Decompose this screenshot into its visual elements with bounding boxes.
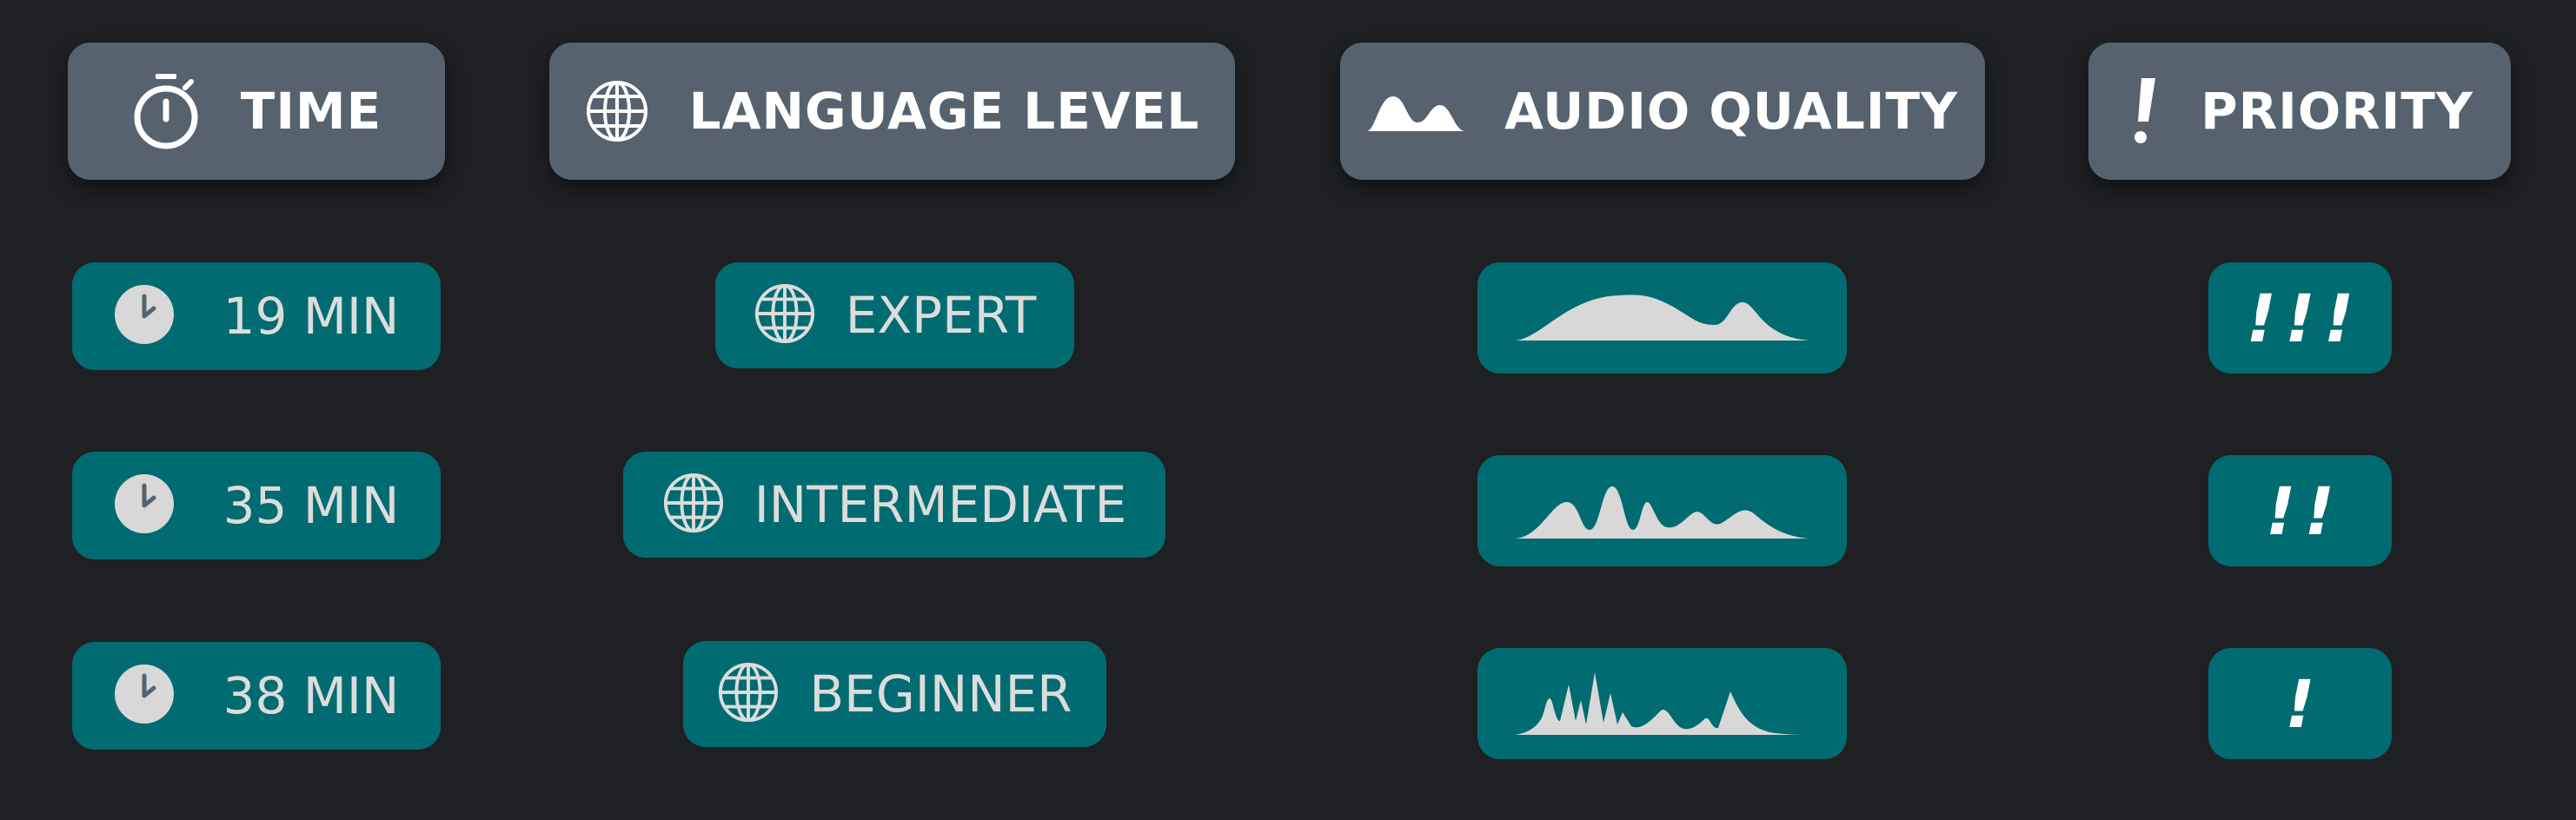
waveform-icon bbox=[1366, 89, 1464, 133]
language-level-pill[interactable]: INTERMEDIATE bbox=[623, 452, 1165, 558]
time-header-label: TIME bbox=[240, 82, 382, 141]
audio-quality-pill[interactable] bbox=[1477, 648, 1847, 759]
globe-icon bbox=[717, 661, 780, 727]
globe-icon bbox=[754, 282, 816, 348]
clock-icon bbox=[114, 473, 175, 538]
priority-header-label: PRIORITY bbox=[2201, 82, 2473, 141]
language-level-value: INTERMEDIATE bbox=[754, 475, 1127, 534]
language-level-header[interactable]: LANGUAGE LEVEL bbox=[549, 43, 1235, 180]
language-level-pill[interactable]: BEGINNER bbox=[683, 641, 1106, 747]
priority-value: !!! bbox=[2246, 279, 2363, 357]
language-level-value: BEGINNER bbox=[809, 665, 1072, 724]
priority-pill[interactable]: !! bbox=[2208, 455, 2392, 566]
bumpy-wave-icon bbox=[1514, 478, 1810, 544]
clock-icon bbox=[114, 664, 175, 728]
clock-icon bbox=[114, 284, 175, 348]
globe-icon bbox=[585, 79, 649, 143]
language-level-value: EXPERT bbox=[845, 286, 1037, 345]
globe-icon bbox=[662, 472, 725, 538]
audio-quality-header[interactable]: AUDIO QUALITY bbox=[1340, 43, 1985, 180]
audio-quality-header-label: AUDIO QUALITY bbox=[1504, 82, 1959, 141]
language-level-header-label: LANGUAGE LEVEL bbox=[688, 82, 1200, 141]
time-pill[interactable]: 19 MIN bbox=[72, 262, 441, 370]
language-level-pill[interactable]: EXPERT bbox=[715, 262, 1074, 368]
priority-value: !! bbox=[2265, 472, 2344, 550]
audio-quality-pill[interactable] bbox=[1477, 455, 1847, 566]
time-value: 19 MIN bbox=[222, 287, 400, 346]
time-pill[interactable]: 35 MIN bbox=[72, 452, 441, 559]
time-value: 35 MIN bbox=[222, 476, 400, 535]
time-pill[interactable]: 38 MIN bbox=[72, 642, 441, 750]
audio-quality-pill[interactable] bbox=[1477, 262, 1847, 374]
priority-header[interactable]: PRIORITY bbox=[2088, 43, 2511, 180]
time-value: 38 MIN bbox=[222, 666, 400, 725]
spiky-wave-icon bbox=[1514, 667, 1810, 740]
priority-value: ! bbox=[2285, 665, 2324, 743]
time-header[interactable]: TIME bbox=[68, 43, 445, 180]
smooth-wave-icon bbox=[1514, 290, 1810, 346]
priority-pill[interactable]: !!! bbox=[2208, 262, 2392, 374]
priority-pill[interactable]: ! bbox=[2208, 648, 2392, 759]
exclamation-icon bbox=[2126, 76, 2161, 146]
stopwatch-icon bbox=[131, 72, 201, 150]
